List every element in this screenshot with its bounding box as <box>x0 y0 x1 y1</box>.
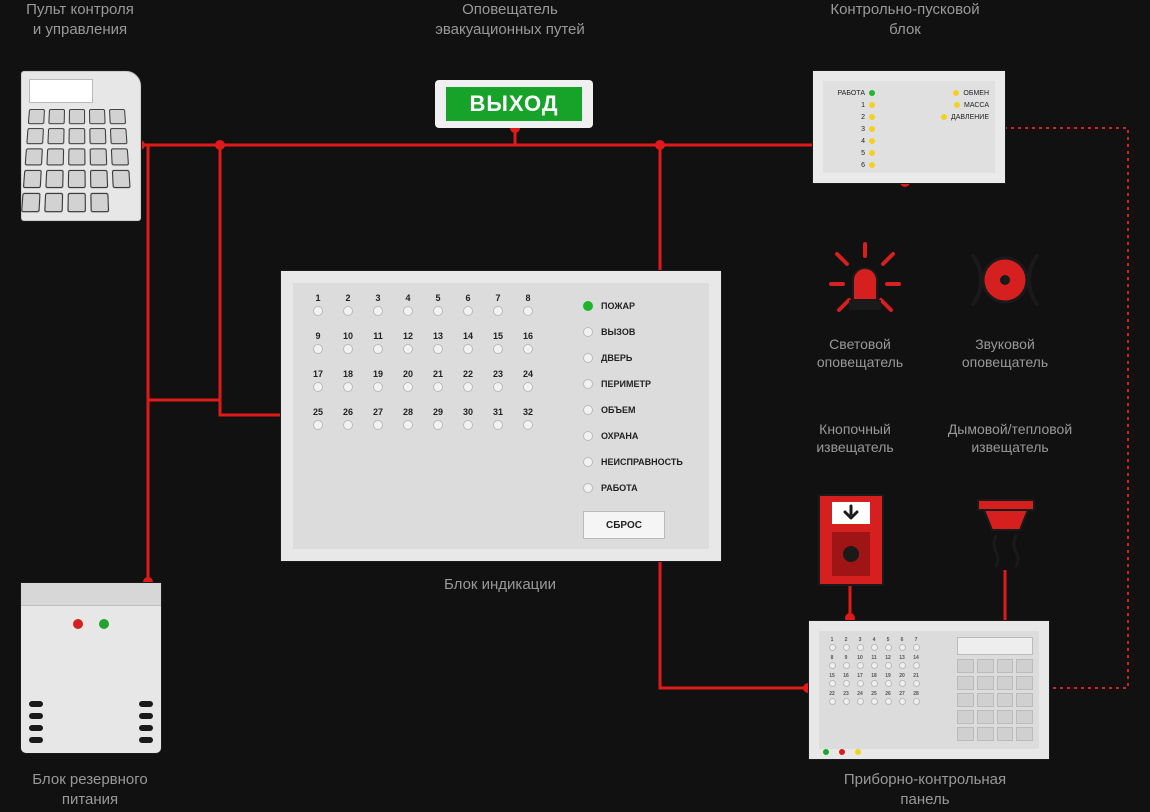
zone-cell: 26 <box>333 407 363 435</box>
zone-cell: 8 <box>513 293 543 321</box>
sound-bell-icon <box>950 240 1060 325</box>
zone-cell: 4 <box>393 293 423 321</box>
zone-cell: 12 <box>393 331 423 359</box>
status-row: РАБОТА <box>583 475 699 501</box>
zone-cell: 29 <box>423 407 453 435</box>
callpoint-button <box>832 532 870 576</box>
zone-cell: 5 <box>423 293 453 321</box>
label-control: Пульт контроляи управления <box>0 0 160 39</box>
status-row: НЕИСПРАВНОСТЬ <box>583 449 699 475</box>
label-sound-alarm: Звуковойоповещатель <box>940 335 1070 371</box>
backup-power-device <box>20 582 162 754</box>
control-keypad-device <box>20 70 142 222</box>
zone-cell: 15 <box>483 331 513 359</box>
status-row: ОБЪЕМ <box>583 397 699 423</box>
zone-cell: 6 <box>453 293 483 321</box>
backup-power-leds <box>21 616 161 634</box>
zone-cell: 11 <box>363 331 393 359</box>
zone-cell: 23 <box>483 369 513 397</box>
status-row: ОХРАНА <box>583 423 699 449</box>
light-beacon-icon <box>820 240 910 325</box>
indication-status-list: ПОЖАРВЫЗОВДВЕРЬПЕРИМЕТРОБЪЕМОХРАНАНЕИСПР… <box>583 293 699 539</box>
zone-cell: 9 <box>303 331 333 359</box>
zone-cell: 7 <box>483 293 513 321</box>
reset-button[interactable]: СБРОС <box>583 511 665 539</box>
zone-cell: 27 <box>363 407 393 435</box>
ctrl-panel-keypad <box>951 631 1039 749</box>
zone-cell: 19 <box>363 369 393 397</box>
label-indication: Блок индикации <box>425 575 575 595</box>
ctrl-panel-zone-grid: 1234567891011121314151617181920212223242… <box>819 631 951 749</box>
zone-cell: 18 <box>333 369 363 397</box>
exit-sign-text: ВЫХОД <box>446 87 582 121</box>
led-red <box>73 619 83 629</box>
zone-cell: 21 <box>423 369 453 397</box>
zone-cell: 10 <box>333 331 363 359</box>
zone-cell: 24 <box>513 369 543 397</box>
indication-block-device: 1234567891011121314151617181920212223242… <box>280 270 722 562</box>
zone-cell: 30 <box>453 407 483 435</box>
smoke-detector-icon <box>970 496 1042 573</box>
ctrl-panel-status-leds <box>823 749 861 755</box>
zone-cell: 14 <box>453 331 483 359</box>
zone-cell: 31 <box>483 407 513 435</box>
zone-cell: 25 <box>303 407 333 435</box>
zone-cell: 17 <box>303 369 333 397</box>
zone-cell: 13 <box>423 331 453 359</box>
trigger-block-device: РАБОТА ОБМЕН 1 МАССА 2 ДАВЛЕНИЕ 3 4 5 <box>812 70 1006 184</box>
status-row: ВЫЗОВ <box>583 319 699 345</box>
status-row: ДВЕРЬ <box>583 345 699 371</box>
zone-cell: 20 <box>393 369 423 397</box>
status-row: ПЕРИМЕТР <box>583 371 699 397</box>
zone-cell: 28 <box>393 407 423 435</box>
led-green <box>99 619 109 629</box>
indication-zone-grid: 1234567891011121314151617181920212223242… <box>303 293 563 539</box>
exit-sign: ВЫХОД <box>435 80 593 128</box>
control-lcd <box>29 79 93 103</box>
zone-cell: 2 <box>333 293 363 321</box>
label-exit: Оповещательэвакуационных путей <box>410 0 610 39</box>
zone-cell: 22 <box>453 369 483 397</box>
zone-cell: 16 <box>513 331 543 359</box>
zone-cell: 1 <box>303 293 333 321</box>
label-callpoint: Кнопочныйизвещатель <box>790 420 920 456</box>
label-smoke: Дымовой/тепловойизвещатель <box>930 420 1090 456</box>
callpoint-arrow-icon <box>832 502 870 524</box>
label-light-alarm: Световойоповещатель <box>795 335 925 371</box>
control-receiver-panel-device: 1234567891011121314151617181920212223242… <box>808 620 1050 760</box>
zone-cell: 32 <box>513 407 543 435</box>
label-backup: Блок резервногопитания <box>0 770 180 809</box>
zone-cell: 3 <box>363 293 393 321</box>
manual-callpoint-device <box>818 494 884 586</box>
label-trigger: Контрольно-пусковойблок <box>790 0 1020 39</box>
label-ctrl-panel: Приборно-контрольнаяпанель <box>800 770 1050 809</box>
status-row: ПОЖАР <box>583 293 699 319</box>
control-keys <box>21 109 138 217</box>
